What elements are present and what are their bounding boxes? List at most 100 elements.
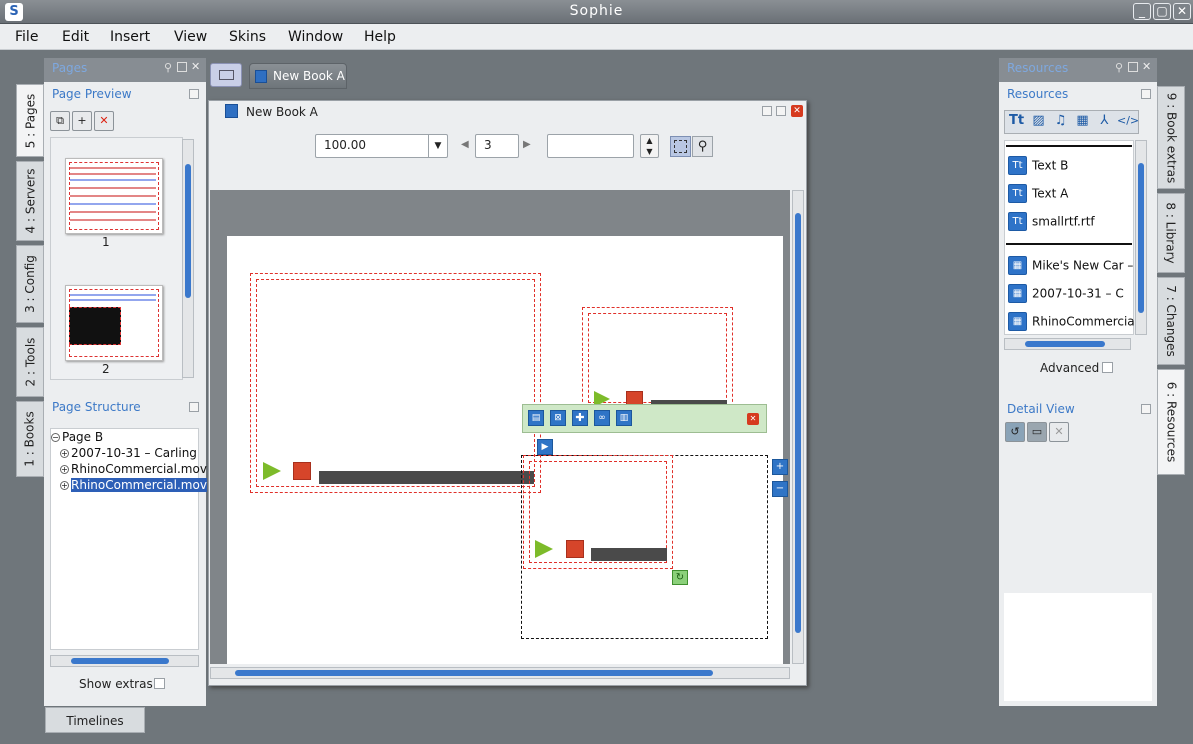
next-page-icon[interactable]: ▶	[523, 139, 531, 150]
frame-page-icon[interactable]: ▤	[528, 410, 544, 426]
zoom-dropdown-icon[interactable]: ▼	[428, 135, 447, 157]
menu-window[interactable]: Window	[288, 29, 343, 45]
resource-list-vscroll[interactable]	[1135, 140, 1147, 335]
select-tool-icon[interactable]	[670, 136, 691, 157]
frame-play-handle-icon[interactable]: ▶	[537, 439, 553, 455]
menu-file[interactable]: File	[15, 29, 38, 45]
copy-page-icon[interactable]: ⧉	[50, 111, 70, 131]
resources-pin-icon[interactable]: ⚲	[1115, 61, 1123, 74]
canvas-horizontal-scrollbar[interactable]	[210, 667, 790, 679]
timelines-tab[interactable]: Timelines	[45, 707, 145, 733]
close-button[interactable]: ✕	[1173, 3, 1191, 20]
structure-float-icon[interactable]	[189, 402, 199, 412]
add-page-icon[interactable]: +	[72, 111, 92, 131]
rotate-handle-icon[interactable]: ↻	[672, 570, 688, 585]
thumbnail-number-1: 1	[102, 235, 110, 249]
play-icon-1[interactable]	[263, 462, 281, 480]
video-progress-1[interactable]	[319, 471, 534, 484]
filter-audio-icon[interactable]: ♫	[1051, 113, 1070, 132]
tree-node-rhino-2[interactable]: + RhinoCommercial.mov	[60, 478, 207, 492]
book-window-maximize-icon[interactable]	[776, 106, 786, 116]
book-icon	[255, 70, 267, 83]
filter-video-icon[interactable]: ▦	[1073, 113, 1092, 132]
tab-library[interactable]: 8 : Library	[1157, 193, 1185, 273]
search-spinner[interactable]: ▲ ▼	[640, 134, 659, 158]
resource-item-mikes-car[interactable]: ▦ Mike's New Car –	[1008, 256, 1133, 278]
tree-node-carling[interactable]: +2007-10-31 – Carling	[60, 446, 197, 460]
stop-icon-3[interactable]	[566, 540, 584, 558]
frame-send-back-icon[interactable]: −	[772, 481, 788, 497]
prev-page-icon[interactable]: ◀	[461, 139, 469, 150]
resources-float-icon[interactable]	[1128, 62, 1138, 72]
resources-inner-title: Resources	[1007, 87, 1069, 101]
resource-item-text-a[interactable]: Tt Text A	[1008, 184, 1068, 206]
stop-icon-1[interactable]	[293, 462, 311, 480]
menu-edit[interactable]: Edit	[62, 29, 89, 45]
tab-resources[interactable]: 6 : Resources	[1157, 369, 1185, 475]
video-resource-icon: ▦	[1008, 256, 1027, 275]
resource-item-carling[interactable]: ▦ 2007-10-31 – C	[1008, 284, 1124, 306]
panel-pin-icon[interactable]: ⚲	[164, 61, 172, 74]
resource-item-smallrtf[interactable]: Tt smallrtf.rtf	[1008, 212, 1095, 234]
menu-view[interactable]: View	[174, 29, 207, 45]
tab-servers[interactable]: 4 : Servers	[16, 161, 44, 241]
resource-group-divider	[1006, 145, 1132, 147]
tab-changes[interactable]: 7 : Changes	[1157, 277, 1185, 365]
filter-html-icon[interactable]: </>	[1117, 114, 1139, 133]
show-extras-checkbox[interactable]	[154, 678, 165, 689]
tree-node-rhino-1[interactable]: + RhinoCommercial.mov	[60, 462, 207, 476]
minimize-button[interactable]: _	[1133, 3, 1151, 20]
frame-layout-icon[interactable]: ▥	[616, 410, 632, 426]
page-thumbnail-2[interactable]	[65, 285, 163, 361]
video-progress-3[interactable]	[591, 548, 667, 561]
stop-icon-2[interactable]	[626, 391, 643, 405]
page-thumbnail-1[interactable]	[65, 158, 163, 234]
play-icon-3[interactable]	[535, 540, 553, 558]
frame-link-icon[interactable]: ∞	[594, 410, 610, 426]
detail-apply-icon[interactable]: ↺	[1005, 422, 1025, 442]
menu-skins[interactable]: Skins	[229, 29, 266, 45]
text-resource-icon: Tt	[1008, 212, 1027, 231]
tab-tools[interactable]: 2 : Tools	[16, 327, 44, 397]
book-window-restore-icon[interactable]	[762, 106, 772, 116]
maximize-button[interactable]: ▢	[1153, 3, 1171, 20]
doc-tab-new-book-a[interactable]: New Book A	[249, 63, 347, 89]
frame-delete-icon[interactable]: ⊠	[550, 410, 566, 426]
preview-float-icon[interactable]	[189, 89, 199, 99]
page-number-field[interactable]: 3	[475, 134, 519, 158]
search-field[interactable]	[547, 134, 634, 158]
filter-pdf-icon[interactable]: ⅄	[1095, 113, 1114, 132]
frame-bring-forward-icon[interactable]: +	[772, 459, 788, 475]
structure-scrollbar[interactable]	[50, 655, 199, 667]
resource-list-hscroll[interactable]	[1004, 338, 1131, 350]
detail-delete-icon[interactable]: ✕	[1049, 422, 1069, 442]
frame-move-icon[interactable]: ✚	[572, 410, 588, 426]
menu-help[interactable]: Help	[364, 29, 396, 45]
screen-view-tab[interactable]	[210, 63, 242, 87]
advanced-checkbox[interactable]	[1102, 362, 1113, 373]
resource-item-text-b[interactable]: Tt Text B	[1008, 156, 1068, 178]
text-resource-icon: Tt	[1008, 184, 1027, 203]
panel-float-icon[interactable]	[177, 62, 187, 72]
tab-config[interactable]: 3 : Config	[16, 245, 44, 323]
detail-float-icon[interactable]	[1141, 404, 1151, 414]
resources-close-icon[interactable]: ✕	[1142, 60, 1151, 73]
tab-pages[interactable]: 5 : Pages	[16, 84, 44, 157]
detail-edit-icon[interactable]: ▭	[1027, 422, 1047, 442]
tab-books[interactable]: 1 : Books	[16, 401, 44, 477]
tab-book-extras[interactable]: 9 : Book extras	[1157, 86, 1185, 189]
filter-image-icon[interactable]: ▨	[1029, 113, 1048, 132]
zoom-tool-icon[interactable]: ⚲	[692, 136, 713, 157]
frame-toolbar-close-icon[interactable]: ✕	[747, 413, 759, 425]
preview-scrollbar[interactable]	[182, 139, 194, 378]
book-window-close-icon[interactable]: ✕	[791, 105, 803, 117]
resources-inner-float-icon[interactable]	[1141, 89, 1151, 99]
filter-text-icon[interactable]: Tt	[1007, 113, 1026, 132]
zoom-combo[interactable]: 100.00 ▼	[315, 134, 448, 158]
delete-page-icon[interactable]: ✕	[94, 111, 114, 131]
panel-close-icon[interactable]: ✕	[191, 60, 200, 73]
canvas-vertical-scrollbar[interactable]	[792, 190, 804, 664]
menu-insert[interactable]: Insert	[110, 29, 150, 45]
resource-item-rhino[interactable]: ▦ RhinoCommercial	[1008, 312, 1138, 334]
tree-node-page[interactable]: − Page B	[51, 430, 103, 444]
